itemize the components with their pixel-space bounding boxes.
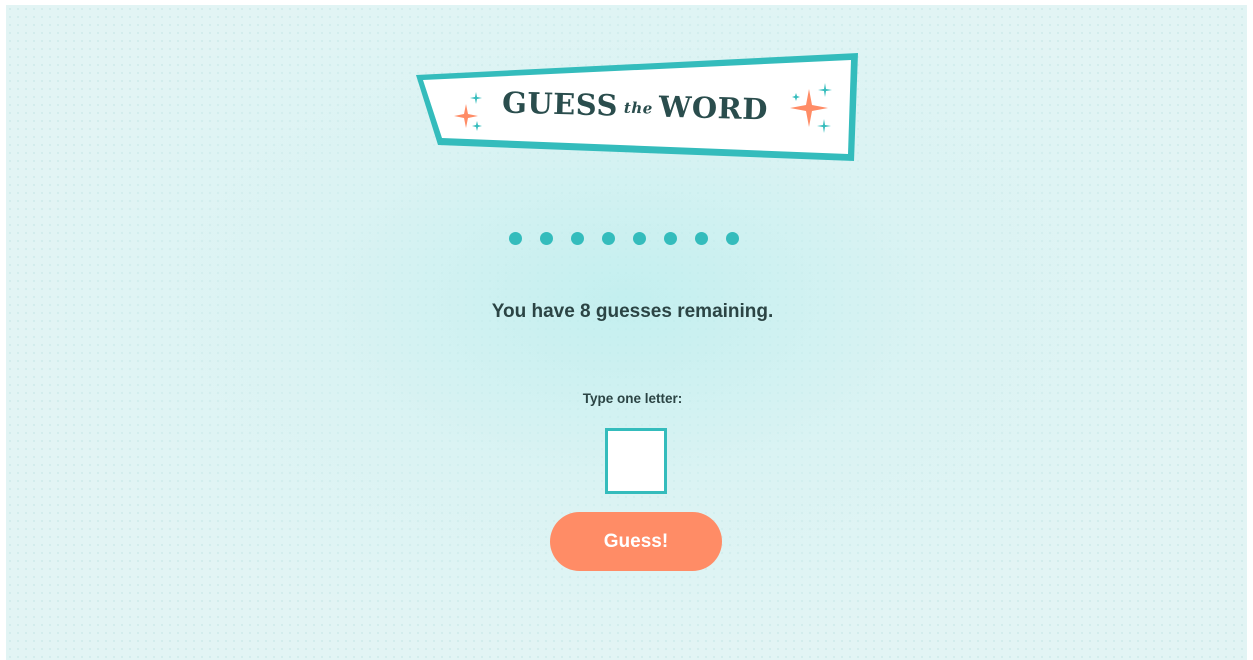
- letter-placeholder-dot: [695, 232, 708, 245]
- letter-placeholder-dot: [540, 232, 553, 245]
- logo-word-the: the: [623, 98, 654, 118]
- logo-word-word: WORD: [658, 89, 769, 127]
- word-progress: [509, 232, 739, 245]
- letter-placeholder-dot: [602, 232, 615, 245]
- guess-button[interactable]: Guess!: [550, 512, 722, 571]
- logo-word-guess: GUESS: [501, 85, 619, 123]
- guess-the-word-logo: GUESS the WORD: [408, 49, 862, 165]
- game-page: GUESS the WORD You have 8 guesses remainin…: [6, 5, 1247, 660]
- letter-placeholder-dot: [571, 232, 584, 245]
- letter-placeholder-dot: [664, 232, 677, 245]
- letter-input-label: Type one letter:: [582, 391, 683, 406]
- remaining-guesses-text: You have 8 guesses remaining.: [491, 301, 774, 322]
- letter-placeholder-dot: [633, 232, 646, 245]
- letter-placeholder-dot: [509, 232, 522, 245]
- letter-input[interactable]: [605, 428, 667, 494]
- letter-placeholder-dot: [726, 232, 739, 245]
